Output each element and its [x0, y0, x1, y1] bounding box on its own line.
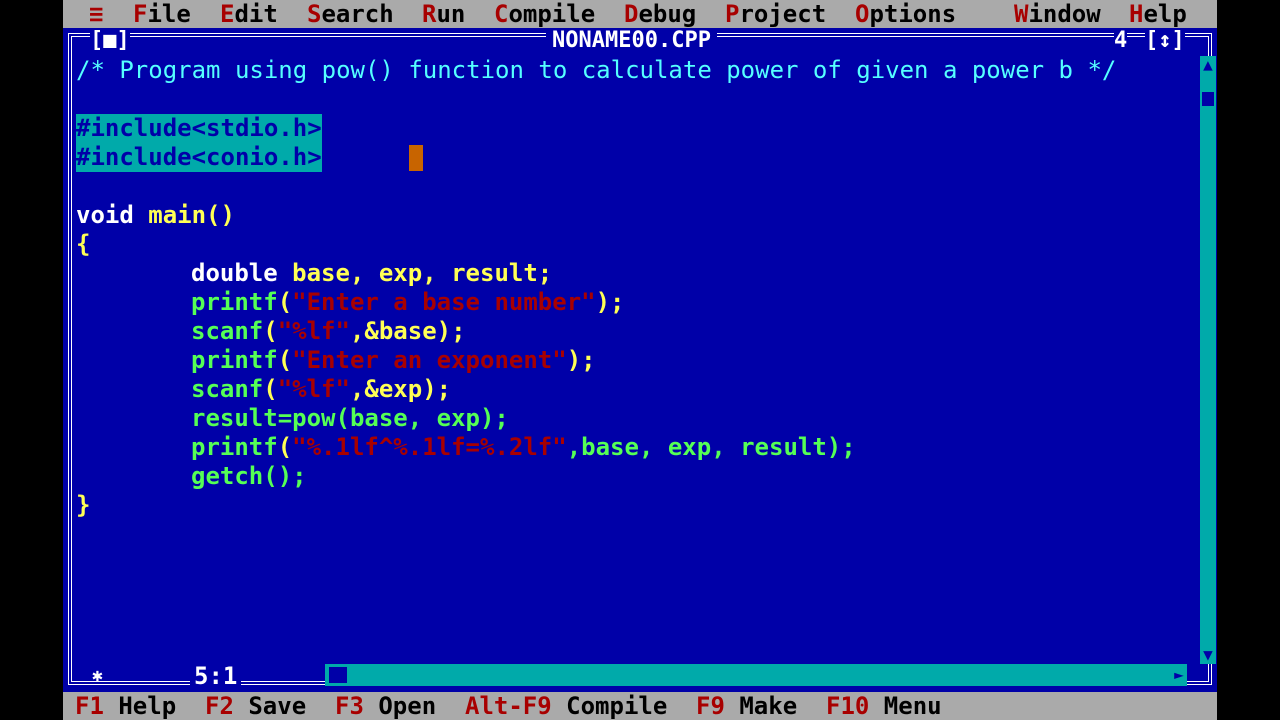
menu-run[interactable]: Run — [422, 0, 465, 28]
status-bar: F1 Help F2 Save F3 Open Alt-F9 Compile F… — [63, 692, 1217, 720]
menu-debug[interactable]: Debug — [624, 0, 696, 28]
menu-compile[interactable]: Compile — [494, 0, 595, 28]
status-make[interactable]: F9 Make — [696, 692, 797, 720]
scroll-right-arrow-icon[interactable]: ► — [1171, 664, 1187, 686]
text-cursor — [409, 145, 423, 171]
code-include-conio: #include<conio.h> — [76, 143, 322, 172]
menu-bar: ≡ File Edit Search Run Compile Debug Pro… — [63, 0, 1217, 28]
cursor-position: 5:1 — [190, 664, 242, 688]
code-close-brace: } — [76, 491, 91, 519]
status-compile[interactable]: Alt-F9 Compile — [465, 692, 667, 720]
vertical-scroll-thumb[interactable] — [1202, 92, 1214, 106]
code-printf-result: printf("%.1lf^%.1lf=%.2lf",base, exp, re… — [191, 433, 856, 461]
vertical-scrollbar[interactable]: ▲ ▼ — [1200, 56, 1216, 664]
system-menu-icon[interactable]: ≡ — [89, 0, 103, 28]
status-save[interactable]: F2 Save — [205, 692, 306, 720]
scroll-down-arrow-icon[interactable]: ▼ — [1200, 646, 1216, 664]
code-printf-base: printf("Enter a base number"); — [191, 288, 625, 316]
code-include-stdio: #include<stdio.h> — [76, 114, 322, 143]
close-box-button[interactable]: [■] — [90, 28, 130, 54]
code-getch: getch(); — [191, 462, 307, 490]
menu-file[interactable]: File — [133, 0, 191, 28]
code-scanf-exp: scanf("%lf",&exp); — [191, 375, 452, 403]
horizontal-scrollbar[interactable]: ► — [325, 664, 1187, 686]
code-comment-line: /* Program using pow() function to calcu… — [76, 56, 1117, 84]
menu-edit[interactable]: Edit — [220, 0, 278, 28]
scroll-up-arrow-icon[interactable]: ▲ — [1200, 56, 1216, 74]
zoom-box-button[interactable]: [↕] — [1145, 28, 1185, 54]
code-scanf-base: scanf("%lf",&base); — [191, 317, 466, 345]
code-var-decl: double base, exp, result; — [191, 259, 553, 287]
status-help[interactable]: F1 Help — [75, 692, 176, 720]
menu-search[interactable]: Search — [307, 0, 394, 28]
modified-indicator-icon: ✱ — [92, 665, 103, 686]
window-title: NONAME00.CPP — [546, 28, 717, 54]
code-open-brace: { — [76, 230, 91, 258]
horizontal-scroll-thumb[interactable] — [329, 667, 347, 683]
code-main-decl: void main() — [76, 201, 235, 229]
window-number: 4 — [1114, 28, 1128, 54]
menu-options[interactable]: Options — [855, 0, 956, 28]
status-menu[interactable]: F10 Menu — [826, 692, 942, 720]
status-open[interactable]: F3 Open — [335, 692, 436, 720]
code-editor[interactable]: /* Program using pow() function to calcu… — [76, 56, 1196, 662]
code-pow-call: result=pow(base, exp); — [191, 404, 509, 432]
menu-project[interactable]: Project — [725, 0, 826, 28]
menu-help[interactable]: Help — [1129, 0, 1187, 28]
code-printf-exp: printf("Enter an exponent"); — [191, 346, 596, 374]
menu-window[interactable]: Window — [1014, 0, 1101, 28]
